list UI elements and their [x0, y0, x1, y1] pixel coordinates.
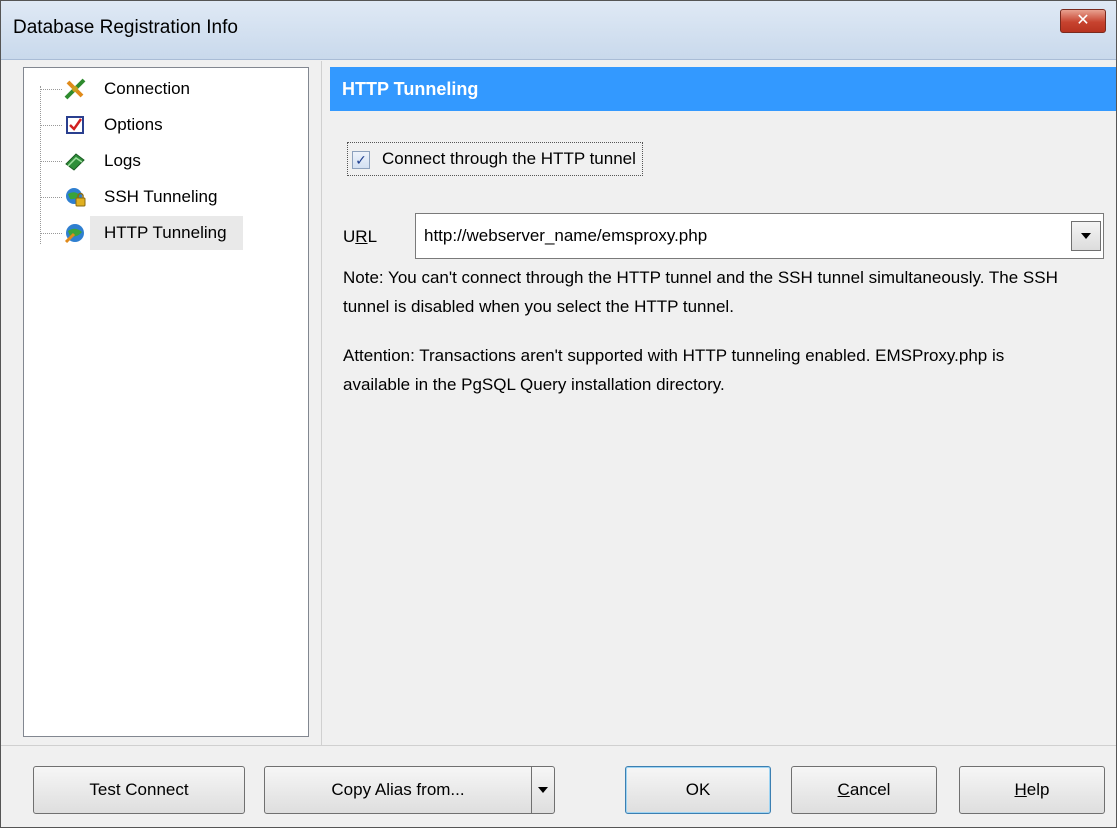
tree-item-label: SSH Tunneling — [104, 187, 218, 206]
footer-separator — [1, 745, 1116, 746]
url-value[interactable]: http://webserver_name/emsproxy.php — [424, 214, 707, 258]
info-notes: Note: You can't connect through the HTTP… — [343, 263, 1063, 419]
tree-item-label: Logs — [104, 151, 141, 170]
http-tunnel-checkbox-label: Connect through the HTTP tunnel — [382, 149, 636, 168]
chevron-down-icon — [1081, 233, 1091, 239]
tree-branch-line — [40, 161, 62, 162]
tree-branch-line — [40, 197, 62, 198]
chevron-down-icon — [538, 787, 548, 793]
tree-branch-line — [40, 89, 62, 90]
tree-item-label: Options — [104, 115, 163, 134]
title-bar[interactable]: Database Registration Info ✕ — [1, 1, 1116, 60]
tree-guide-line — [40, 86, 41, 244]
connection-plug-icon — [64, 78, 86, 100]
cancel-button[interactable]: Cancel — [791, 766, 937, 814]
tree-branch-line — [40, 125, 62, 126]
window-title: Database Registration Info — [13, 17, 238, 38]
copy-alias-dropdown-button[interactable] — [531, 766, 555, 814]
test-connect-button[interactable]: Test Connect — [33, 766, 245, 814]
ok-button[interactable]: OK — [625, 766, 771, 814]
navigation-tree: Connection Options Logs SSH Tunneling HT… — [23, 67, 309, 737]
note-text: Note: You can't connect through the HTTP… — [343, 268, 1058, 316]
log-book-icon — [65, 153, 85, 171]
tree-item-label: Connection — [104, 79, 191, 98]
checklist-icon — [66, 116, 84, 134]
section-header: HTTP Tunneling — [330, 67, 1116, 111]
ssh-globe-lock-icon — [66, 188, 86, 207]
close-icon: ✕ — [1076, 12, 1090, 29]
tree-branch-line — [40, 233, 62, 234]
help-button[interactable]: Help — [959, 766, 1105, 814]
url-combobox[interactable]: http://webserver_name/emsproxy.php — [415, 213, 1104, 259]
http-tunnel-checkbox[interactable]: ✓ — [352, 151, 370, 169]
http-globe-icon — [64, 224, 84, 244]
attention-text: Attention: Transactions aren't supported… — [343, 346, 1005, 394]
http-tunnel-checkbox-row[interactable]: ✓ Connect through the HTTP tunnel — [347, 142, 643, 176]
url-label: URL — [343, 227, 378, 246]
tree-item-label: HTTP Tunneling — [90, 216, 243, 250]
copy-alias-button[interactable]: Copy Alias from... — [264, 766, 532, 814]
url-dropdown-button[interactable] — [1071, 221, 1101, 251]
dialog-window: Database Registration Info ✕ Connection … — [0, 0, 1117, 828]
checkmark-icon: ✓ — [355, 152, 367, 168]
close-button[interactable]: ✕ — [1060, 9, 1106, 33]
